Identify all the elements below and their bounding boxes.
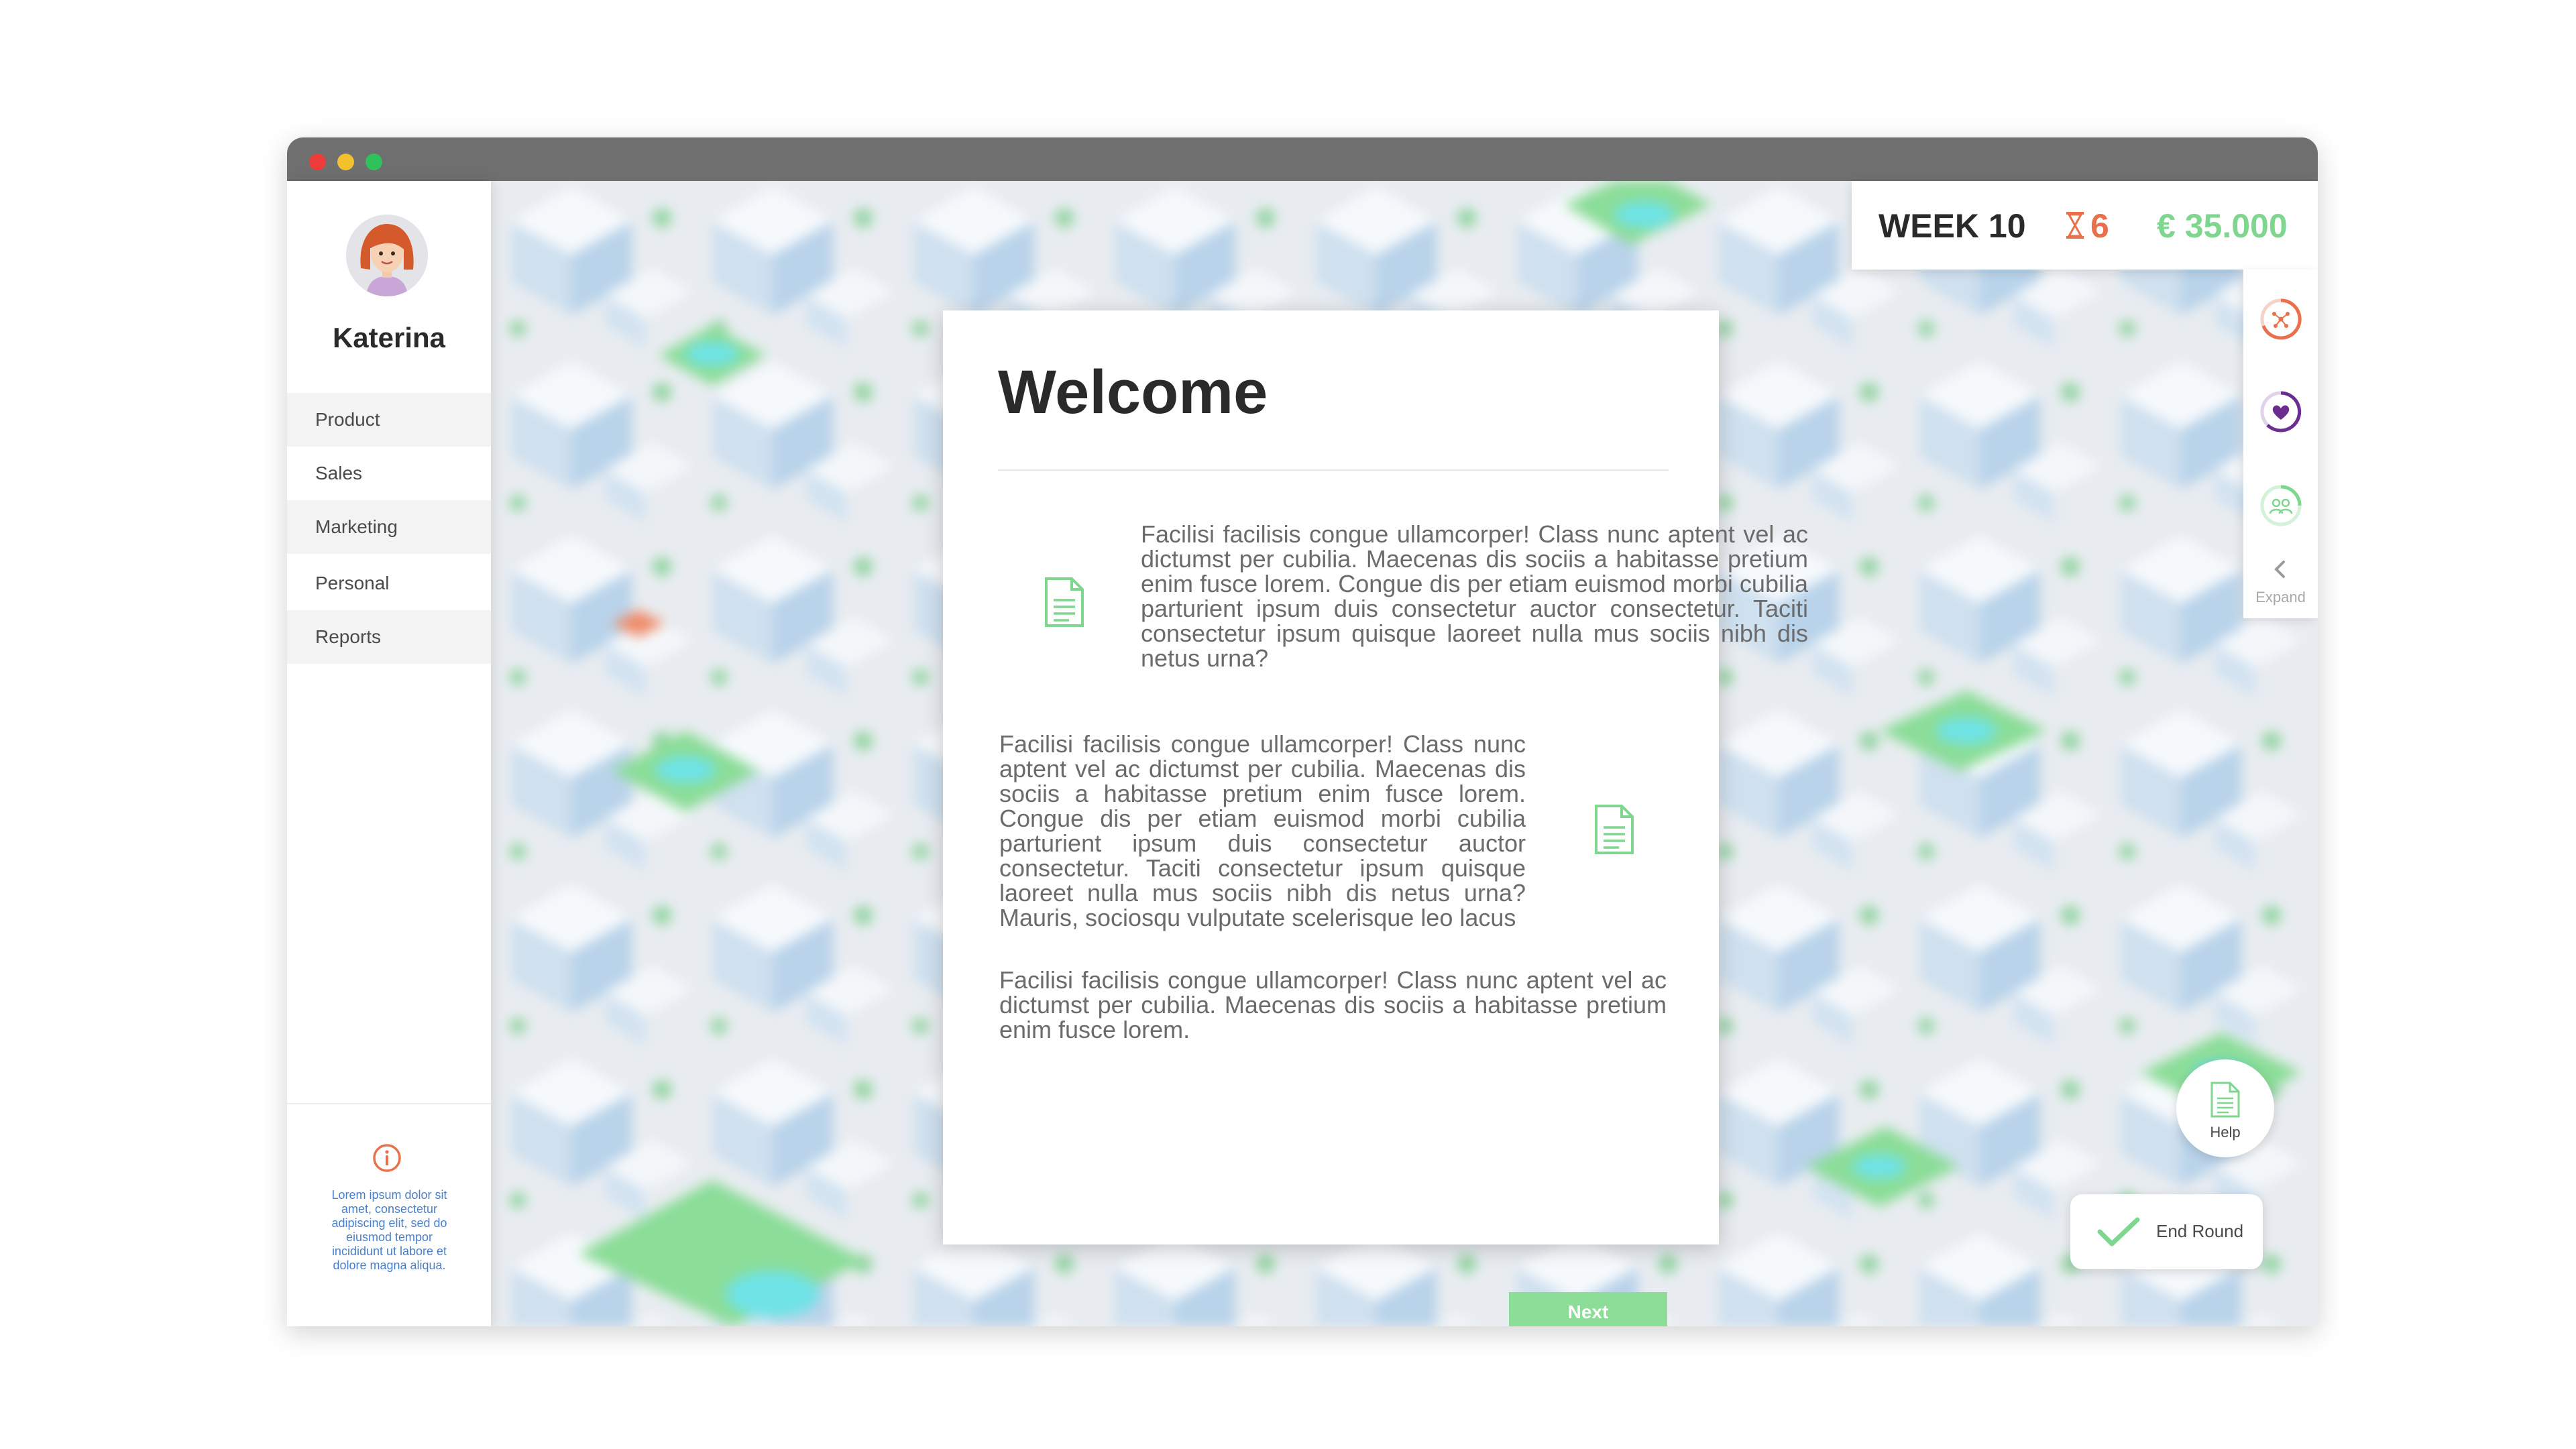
hourglass-icon [2066, 212, 2084, 239]
dialog-paragraph-3: Facilisi facilisis congue ullamcorper! C… [999, 966, 1667, 1043]
money-balance: € 35.000 [2157, 207, 2288, 245]
left-sidebar: Katerina Product Sales Marketing Persona… [287, 181, 491, 1326]
welcome-dialog: Welcome Facilisi facilisis congue ullamc… [943, 310, 1808, 1326]
avatar[interactable] [346, 215, 428, 296]
next-button[interactable]: Next [1509, 1292, 1667, 1326]
week-counter: WEEK 10 [1879, 207, 2026, 245]
heart-icon[interactable] [2258, 389, 2304, 434]
turns-remaining: 6 [2090, 207, 2109, 245]
close-window-dot[interactable] [309, 154, 326, 170]
network-icon[interactable] [2258, 296, 2304, 342]
minimize-window-dot[interactable] [337, 154, 354, 170]
title-bar [287, 137, 2318, 181]
game-status-bar: WEEK 10 6 € 35.000 [1852, 181, 2318, 270]
user-name: Katerina [332, 322, 446, 353]
dialog-paragraph-2: Facilisi facilisis congue ullamcorper! C… [999, 730, 1526, 931]
user-avatar-icon [346, 215, 428, 296]
chevron-left-icon[interactable] [2270, 559, 2290, 579]
browser-window: Katerina Product Sales Marketing Persona… [287, 137, 2318, 1326]
sidebar-item-marketing[interactable]: Marketing [287, 500, 491, 554]
sidebar-item-reports[interactable]: Reports [287, 610, 491, 664]
help-label: Help [2210, 1124, 2241, 1141]
sidebar-divider [287, 1103, 491, 1104]
checkmark-icon [2097, 1217, 2140, 1247]
dialog-title: Welcome [998, 358, 1268, 426]
help-button[interactable]: Help [2176, 1059, 2274, 1157]
info-text: Lorem ipsum dolor sit amet, consectetur … [331, 1188, 447, 1272]
right-rail: Expand [2243, 270, 2318, 618]
sidebar-item-sales[interactable]: Sales [287, 447, 491, 500]
end-round-button[interactable]: End Round [2070, 1194, 2263, 1269]
expand-label[interactable]: Expand [2243, 589, 2318, 606]
maximize-window-dot[interactable] [366, 154, 382, 170]
people-icon[interactable] [2258, 483, 2304, 528]
info-icon[interactable] [372, 1143, 402, 1173]
dialog-paragraph-1: Facilisi facilisis congue ullamcorper! C… [1141, 520, 1808, 672]
sidebar-nav: Product Sales Marketing Personal Reports [287, 393, 491, 664]
document-icon [1595, 805, 1634, 854]
document-icon [1045, 577, 1084, 627]
sidebar-item-personal[interactable]: Personal [287, 557, 491, 610]
dialog-divider [998, 469, 1669, 471]
sidebar-item-product[interactable]: Product [287, 393, 491, 447]
document-icon [2210, 1082, 2240, 1118]
end-round-label: End Round [2156, 1221, 2244, 1241]
